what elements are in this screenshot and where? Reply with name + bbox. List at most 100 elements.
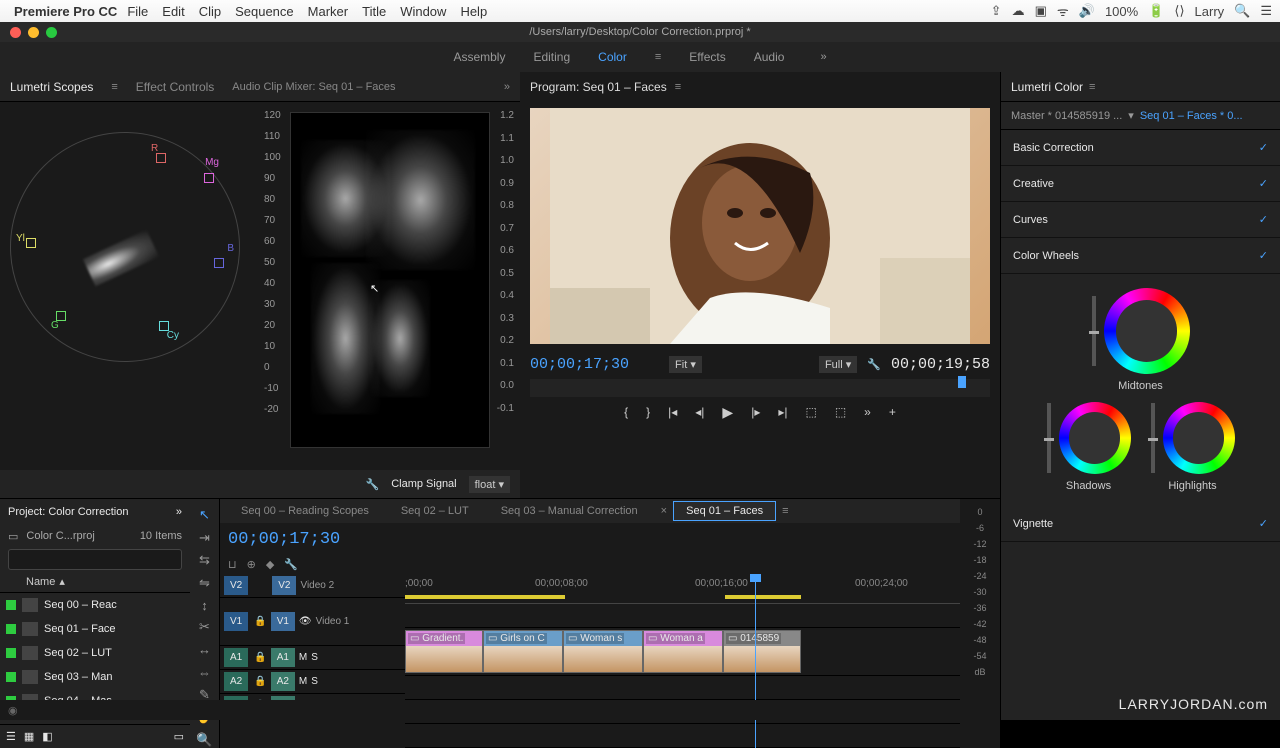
menu-help[interactable]: Help — [460, 4, 487, 19]
mute-a1[interactable]: M — [299, 652, 307, 663]
minimize-window-button[interactable] — [28, 27, 39, 38]
selection-tool[interactable]: ↖ — [196, 507, 214, 523]
highlights-luma-slider[interactable] — [1151, 403, 1155, 473]
program-video[interactable] — [530, 108, 990, 344]
adobe-icon[interactable]: ▣ — [1035, 3, 1047, 19]
lumetri-basic-correction[interactable]: Basic Correction✓ — [1001, 130, 1280, 166]
lift-button[interactable]: ⬚ — [805, 405, 816, 419]
rolling-edit-tool[interactable]: ⇋ — [196, 574, 214, 590]
slide-tool[interactable]: ⇔ — [196, 664, 214, 680]
midtones-wheel[interactable] — [1104, 288, 1190, 374]
lumetri-master[interactable]: Master * 014585919 ... — [1011, 110, 1122, 122]
play-button[interactable]: ▶ — [722, 404, 733, 421]
close-tab-icon[interactable]: × — [661, 505, 667, 517]
program-scrubber[interactable] — [530, 379, 990, 397]
close-window-button[interactable] — [10, 27, 21, 38]
workspace-color[interactable]: Color — [598, 50, 627, 64]
project-item[interactable]: Seq 01 – Face — [0, 617, 190, 641]
a1-label[interactable]: A1 — [271, 648, 295, 667]
v2-track[interactable] — [405, 604, 960, 628]
slip-tool[interactable]: ↔ — [196, 642, 214, 658]
project-item[interactable]: Seq 00 – Reac — [0, 593, 190, 617]
clip[interactable]: ▭ 0145859 — [723, 630, 801, 673]
app-name[interactable]: Premiere Pro CC — [14, 4, 117, 19]
menu-file[interactable]: File — [127, 4, 148, 19]
go-to-in-button[interactable]: |◂ — [668, 405, 677, 419]
lumetri-color-wheels[interactable]: Color Wheels✓ — [1001, 238, 1280, 274]
v1-track[interactable]: ▭ Gradient.▭ Girls on C▭ Woman s▭ Woman … — [405, 628, 960, 676]
battery-icon[interactable]: 🔋 — [1148, 3, 1164, 19]
tab-audio-clip-mixer[interactable]: Audio Clip Mixer: Seq 01 – Faces — [232, 81, 395, 93]
float-select[interactable]: float ▾ — [469, 476, 510, 493]
menu-title[interactable]: Title — [362, 4, 386, 19]
bin-icon[interactable]: ▭ — [8, 530, 18, 543]
export-frame-button[interactable]: » — [864, 405, 871, 419]
lumetri-seq[interactable]: Seq 01 – Faces * 0... — [1140, 110, 1243, 122]
project-overflow-icon[interactable]: » — [176, 506, 182, 518]
clip[interactable]: ▭ Woman a — [643, 630, 723, 673]
icon-view-icon[interactable]: ▦ — [24, 730, 34, 743]
timeline-tab-2[interactable]: Seq 03 – Manual Correction — [488, 501, 651, 521]
toggle-output-icon[interactable]: 👁 — [299, 616, 312, 627]
code-icon[interactable]: ⟨⟩ — [1174, 3, 1184, 19]
menu-clip[interactable]: Clip — [199, 4, 221, 19]
workspace-assembly[interactable]: Assembly — [453, 50, 505, 64]
rate-stretch-tool[interactable]: ↕ — [196, 597, 214, 613]
zoom-tool[interactable]: 🔍 — [196, 732, 214, 748]
menu-sequence[interactable]: Sequence — [235, 4, 294, 19]
clip[interactable]: ▭ Gradient. — [405, 630, 483, 673]
v1-src-label[interactable]: V1 — [224, 612, 248, 631]
mark-out-button[interactable]: } — [646, 405, 650, 419]
wrench-icon[interactable]: 🔧 — [366, 478, 380, 491]
user-name[interactable]: Larry — [1195, 4, 1225, 19]
a1-src-label[interactable]: A1 — [224, 648, 248, 667]
workspace-overflow-icon[interactable]: » — [820, 51, 826, 63]
mark-in-button[interactable]: { — [624, 405, 628, 419]
project-item[interactable]: Seq 03 – Man — [0, 665, 190, 689]
timeline-tab-1[interactable]: Seq 02 – LUT — [388, 501, 482, 521]
freeform-view-icon[interactable]: ◧ — [42, 730, 52, 743]
timeline-tc[interactable]: 00;00;17;30 — [228, 530, 340, 549]
ripple-edit-tool[interactable]: ⇆ — [196, 552, 214, 568]
solo-a2[interactable]: S — [311, 676, 318, 687]
settings-icon[interactable]: 🔧 — [284, 558, 298, 571]
mute-a2[interactable]: M — [299, 676, 307, 687]
settings-icon[interactable]: 🔧 — [867, 358, 881, 371]
lock-icon[interactable]: 🔒 — [254, 676, 266, 687]
clip[interactable]: ▭ Woman s — [563, 630, 643, 673]
menu-window[interactable]: Window — [400, 4, 446, 19]
workspace-editing[interactable]: Editing — [533, 50, 570, 64]
zoom-window-button[interactable] — [46, 27, 57, 38]
step-back-button[interactable]: ◂| — [695, 405, 704, 419]
track-select-tool[interactable]: ⇥ — [196, 529, 214, 545]
timeline-ruler[interactable]: ;00;00 00;00;08;00 00;00;16;00 00;00;24;… — [405, 574, 960, 604]
timeline-tab-3[interactable]: Seq 01 – Faces — [673, 501, 776, 521]
panel-overflow-icon[interactable]: » — [504, 81, 510, 93]
dropbox-icon[interactable]: ⇪ — [991, 3, 1002, 19]
extract-button[interactable]: ⬚ — [835, 405, 846, 419]
tab-lumetri-scopes[interactable]: Lumetri Scopes — [10, 80, 93, 94]
list-view-icon[interactable]: ☰ — [6, 730, 16, 743]
snap-icon[interactable]: ⊔ — [228, 558, 237, 571]
new-bin-icon[interactable]: ▭ — [174, 730, 184, 743]
menu-marker[interactable]: Marker — [308, 4, 348, 19]
lock-icon[interactable]: 🔒 — [254, 616, 266, 627]
shadows-luma-slider[interactable] — [1047, 403, 1051, 473]
project-item[interactable]: Seq 02 – LUT — [0, 641, 190, 665]
playhead[interactable] — [755, 574, 756, 748]
tab-effect-controls[interactable]: Effect Controls — [136, 80, 214, 94]
add-button[interactable]: + — [889, 405, 896, 419]
menu-icon[interactable]: ☰ — [1260, 3, 1272, 19]
full-select[interactable]: Full ▾ — [819, 356, 857, 373]
step-fwd-button[interactable]: |▸ — [751, 405, 760, 419]
volume-icon[interactable]: 🔊 — [1079, 3, 1095, 19]
wifi-icon[interactable]: ᯤ — [1057, 2, 1069, 20]
highlights-wheel[interactable] — [1163, 402, 1235, 474]
v1-label[interactable]: V1 — [271, 612, 295, 631]
project-search-input[interactable] — [8, 549, 182, 570]
workspace-effects[interactable]: Effects — [689, 50, 725, 64]
linked-sel-icon[interactable]: ⊕ — [247, 558, 256, 571]
timeline-tab-0[interactable]: Seq 00 – Reading Scopes — [228, 501, 382, 521]
clip[interactable]: ▭ Girls on C — [483, 630, 563, 673]
v2-src-label[interactable]: V2 — [224, 576, 248, 595]
